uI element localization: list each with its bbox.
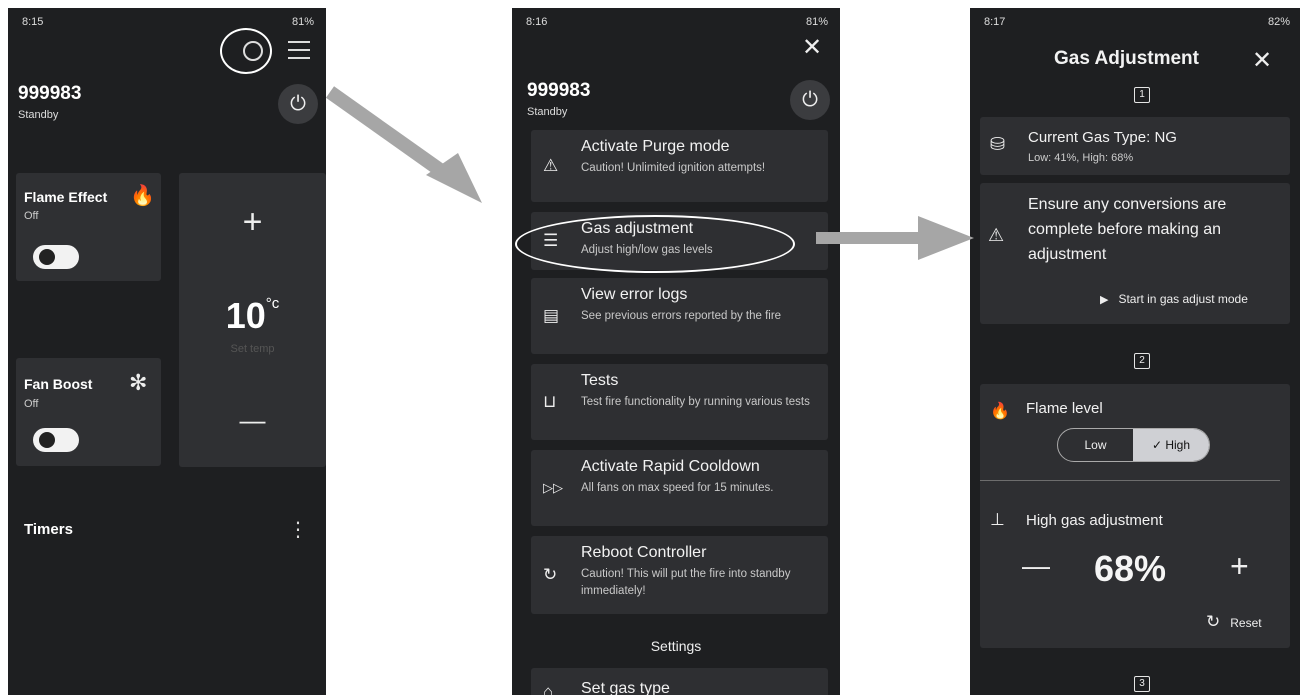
arrow-2 [816,216,974,260]
annotation-arrows [325,86,974,260]
arrow-1 [325,86,482,203]
